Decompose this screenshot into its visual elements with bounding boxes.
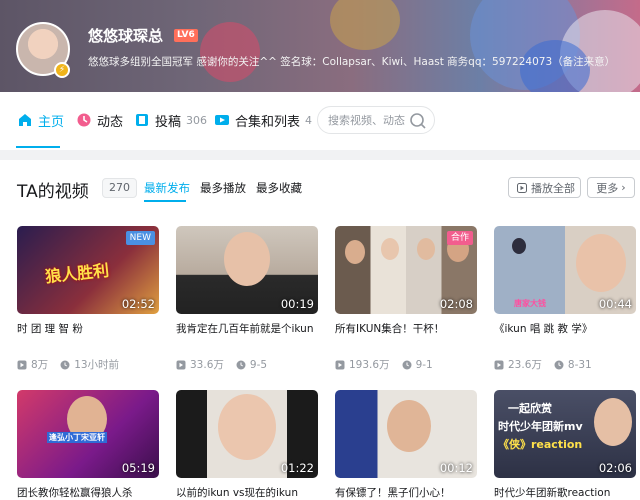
video-title[interactable]: 团长教你轻松赢得狼人杀 xyxy=(17,485,159,500)
play-count-icon xyxy=(335,360,345,369)
video-meta: 33.6万 9-5 xyxy=(176,357,267,372)
search-icon[interactable] xyxy=(408,111,428,131)
video-title[interactable]: 时 团 理 智 粉 xyxy=(17,321,159,336)
tab-label: 投稿 xyxy=(155,114,182,130)
video-title[interactable]: 时代少年团新歌reaction xyxy=(494,485,636,500)
profile-banner: ⚡ 悠悠球琛总 LV6 悠悠球多组别全国冠军 感谢你的关注^^ 签名球：Coll… xyxy=(0,0,640,92)
thumbnail-caption: 一起欣赏 xyxy=(508,402,552,415)
play-count-icon xyxy=(494,360,504,369)
person-figure xyxy=(224,232,270,286)
play-count: 8万 xyxy=(31,359,49,371)
search-box[interactable] xyxy=(317,106,435,134)
new-tag: NEW xyxy=(125,231,155,245)
person-figure xyxy=(387,400,431,452)
tab-label: 合集和列表 xyxy=(235,114,301,130)
video-count: 270 xyxy=(102,178,137,198)
sort-most-played[interactable]: 最多播放 xyxy=(200,180,246,196)
signature: 悠悠球多组别全国冠军 感谢你的关注^^ 签名球：Collapsar、Kiwi、H… xyxy=(88,56,616,68)
play-count: 193.6万 xyxy=(349,359,390,371)
upload-icon xyxy=(136,114,148,126)
publish-time: 8-31 xyxy=(567,358,592,371)
more-button[interactable]: 更多 › xyxy=(587,177,635,198)
clock-icon xyxy=(236,360,246,369)
playlist-count: 4 xyxy=(305,113,313,127)
tab-upload[interactable]: 投稿 306 xyxy=(134,111,208,130)
section-divider xyxy=(0,150,640,160)
play-icon xyxy=(517,182,527,193)
upload-count: 306 xyxy=(186,113,208,127)
thumbnail-caption: 狼人胜利 xyxy=(44,260,110,287)
active-tab-indicator xyxy=(16,146,60,148)
banner-decoration xyxy=(200,22,260,82)
video-meta: 23.6万 8-31 xyxy=(494,357,592,372)
playlist-icon xyxy=(215,115,229,125)
video-meta: 193.6万 9-1 xyxy=(335,357,433,372)
dynamic-icon xyxy=(77,113,91,127)
tab-label: 动态 xyxy=(97,114,124,130)
person-figure xyxy=(512,238,526,254)
duration: 00:19 xyxy=(280,297,314,311)
clock-icon xyxy=(554,360,564,369)
thumbnail-caption: 时代少年团新mv xyxy=(498,420,583,433)
duration: 02:52 xyxy=(121,297,155,311)
more-label: 更多 xyxy=(596,181,619,195)
video-thumbnail[interactable]: 01:22 xyxy=(176,390,318,478)
video-title[interactable]: 所有IKUN集合！干杯！ xyxy=(335,321,477,336)
tab-playlist[interactable]: 合集和列表 4 xyxy=(214,111,313,130)
person-figure xyxy=(218,394,276,460)
video-thumbnail[interactable]: 一起欣赏 时代少年团新mv 《侠》reaction 02:06 xyxy=(494,390,636,478)
duration: 01:22 xyxy=(280,461,314,475)
person-figure xyxy=(345,240,365,264)
tab-dynamic[interactable]: 动态 xyxy=(76,111,124,130)
person-figure xyxy=(417,238,435,260)
person-figure xyxy=(594,398,632,446)
publish-time: 13小时前 xyxy=(74,359,120,371)
video-thumbnail[interactable]: 00:12 xyxy=(335,390,477,478)
tab-label: 主页 xyxy=(38,114,65,130)
clock-icon xyxy=(60,360,70,369)
search-input[interactable] xyxy=(328,112,412,128)
person-figure xyxy=(576,234,626,292)
thumbnail-caption: 逢弘小丁宋亚轩 xyxy=(47,432,107,443)
section-title: TA的视频 xyxy=(17,182,89,202)
play-count-icon xyxy=(17,360,27,369)
tab-home[interactable]: 主页 xyxy=(17,111,65,130)
sort-most-favorited[interactable]: 最多收藏 xyxy=(256,180,302,196)
username: 悠悠球琛总 xyxy=(88,27,164,45)
video-title[interactable]: 有保镖了！黑子们小心！ xyxy=(335,485,477,500)
duration: 02:06 xyxy=(598,461,632,475)
duration: 00:44 xyxy=(598,297,632,311)
clock-icon xyxy=(402,360,412,369)
cooperation-tag: 合作 xyxy=(446,231,473,245)
level-badge: LV6 xyxy=(174,29,198,42)
play-count: 23.6万 xyxy=(508,359,542,371)
video-thumbnail[interactable]: 00:19 xyxy=(176,226,318,314)
publish-time: 9-1 xyxy=(415,358,433,371)
sort-indicator xyxy=(144,200,186,202)
duration: 02:08 xyxy=(439,297,473,311)
play-count: 33.6万 xyxy=(190,359,224,371)
play-count-icon xyxy=(176,360,186,369)
verified-badge-icon: ⚡ xyxy=(54,62,70,78)
video-thumbnail[interactable]: 合作 02:08 xyxy=(335,226,477,314)
thumbnail-caption: 《侠》reaction xyxy=(498,438,583,451)
video-title[interactable]: 我肯定在几百年前就是个ikun xyxy=(176,321,318,336)
duration: 05:19 xyxy=(121,461,155,475)
chevron-right-icon: › xyxy=(621,181,626,194)
video-thumbnail[interactable]: 狼人胜利 NEW 02:52 xyxy=(17,226,159,314)
video-title[interactable]: 《ikun 唱 跳 教 学》 xyxy=(494,321,636,336)
home-icon xyxy=(19,114,31,126)
play-all-button[interactable]: 播放全部 xyxy=(508,177,581,198)
video-thumbnail[interactable]: 逢弘小丁宋亚轩 05:19 xyxy=(17,390,159,478)
duration: 00:12 xyxy=(439,461,473,475)
banner-decoration xyxy=(330,0,400,50)
person-figure xyxy=(381,238,399,260)
publish-time: 9-5 xyxy=(249,358,268,371)
video-title[interactable]: 以前的ikun vs现在的ikun xyxy=(176,485,318,500)
sort-latest[interactable]: 最新发布 xyxy=(144,180,190,196)
video-thumbnail[interactable]: 唐家大钱 00:44 xyxy=(494,226,636,314)
play-all-label: 播放全部 xyxy=(531,181,575,195)
thumbnail-caption: 唐家大钱 xyxy=(514,299,546,308)
video-meta: 8万 13小时前 xyxy=(17,357,119,372)
